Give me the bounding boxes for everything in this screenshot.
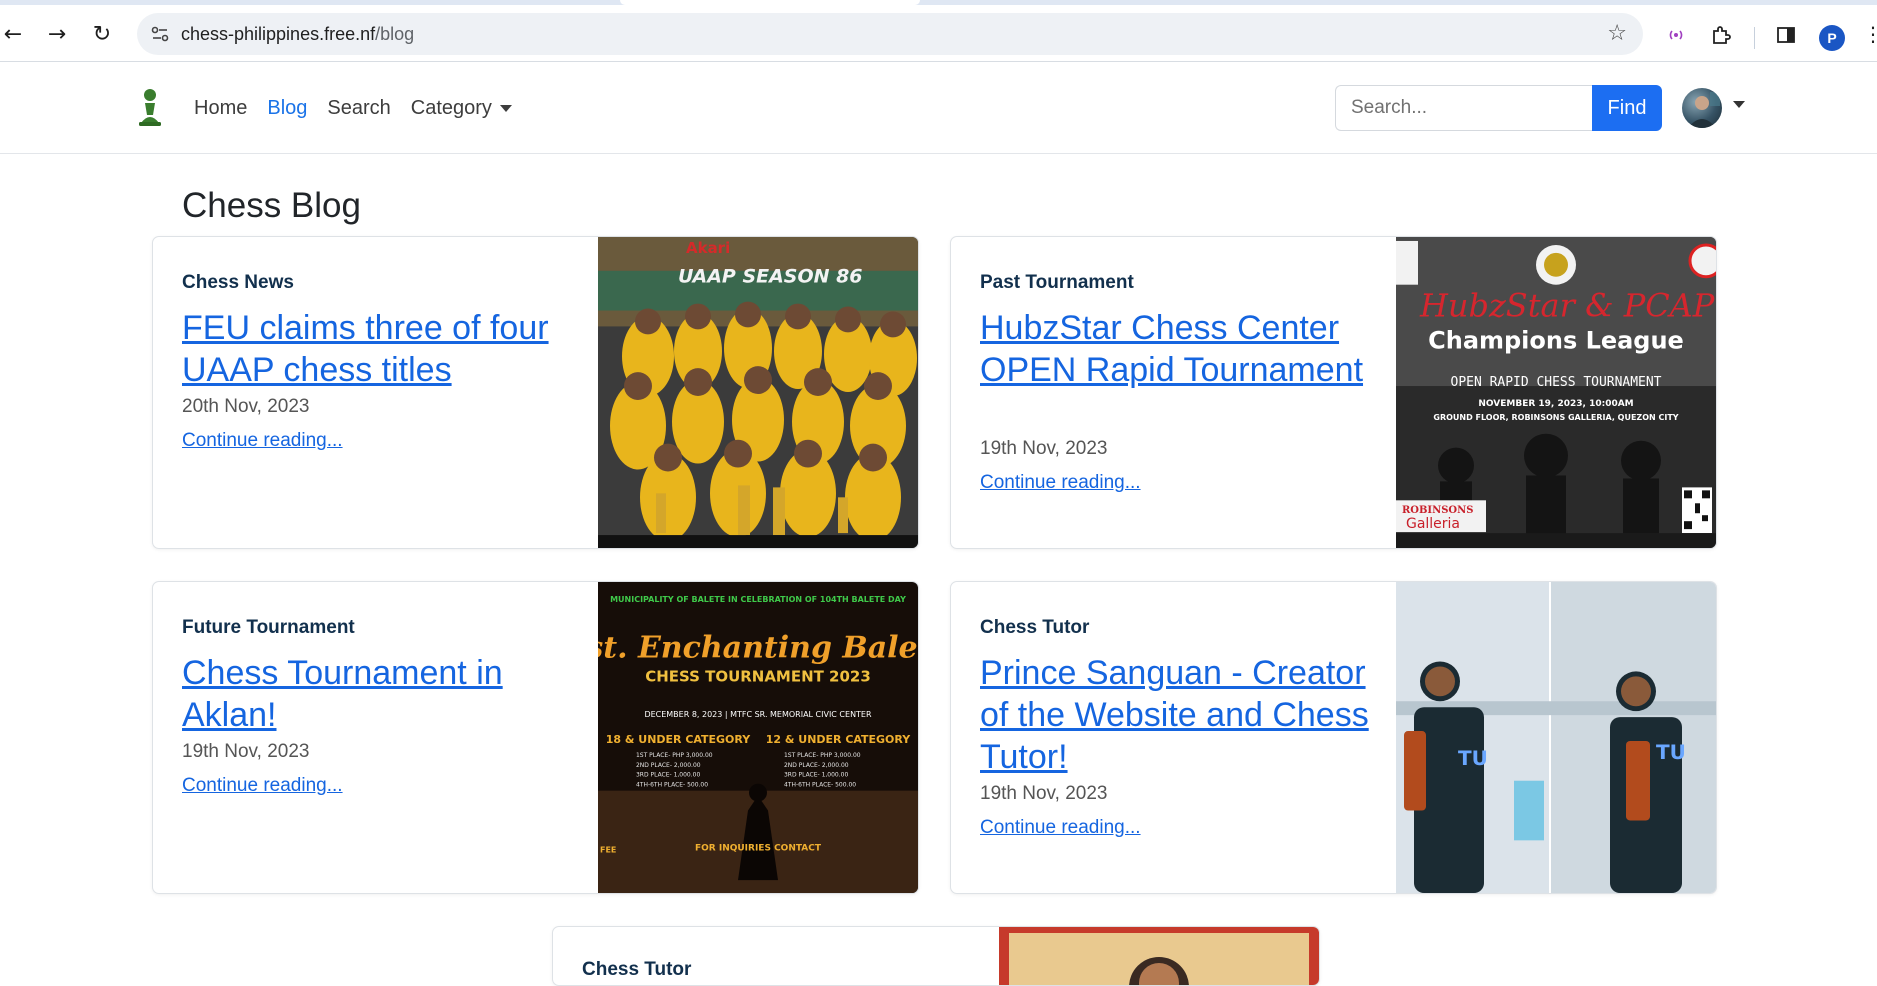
toolbar-divider [1754,27,1755,49]
url-text[interactable]: chess-philippines.free.nf/blog [181,24,414,45]
svg-text:Akari: Akari [686,239,730,257]
site-search-input[interactable] [1335,85,1593,131]
card-meta: 19th Nov, 2023 Continue reading... [980,436,1380,494]
image-caption: 12 & UNDER CATEGORY [766,733,912,746]
card-category: Past Tournament [980,272,1134,293]
image-caption: NOVEMBER 19, 2023, 10:00AM [1478,399,1633,409]
image-caption: HubzStar & PCAP [1419,287,1715,325]
card-title-link[interactable]: Prince Sanguan - Creator of the Website … [980,652,1380,778]
chevron-down-icon [499,105,512,113]
card-date: 19th Nov, 2023 [980,783,1108,804]
user-avatar[interactable] [1682,88,1722,128]
blog-card: Chess Tutor [552,926,1320,986]
browser-toolbar: ← → ↻ chess-philippines.free.nf/blog ☆ P… [0,5,1877,62]
svg-text:3RD PLACE- 1,000.00: 3RD PLACE- 1,000.00 [636,772,700,779]
card-meta: 19th Nov, 2023 Continue reading... [182,739,582,797]
site-search-form: Find [1335,85,1662,131]
svg-text:4TH-6TH PLACE- 500.00: 4TH-6TH PLACE- 500.00 [636,782,708,789]
card-category: Chess News [182,272,294,293]
continue-reading-link[interactable]: Continue reading... [980,472,1141,494]
image-caption: DECEMBER 8, 2023 | MTFC SR. MEMORIAL CIV… [644,710,872,719]
card-title-link[interactable]: FEU claims three of four UAAP chess titl… [182,307,582,391]
image-caption: 1st. Enchanting Balete [598,631,918,666]
blog-card: Chess News FEU claims three of four UAAP… [152,236,919,549]
image-caption: CHESS TOURNAMENT 2023 [645,667,871,685]
nav-search[interactable]: Search [327,97,390,120]
find-button[interactable]: Find [1592,85,1662,131]
svg-text:3RD PLACE- 1,000.00: 3RD PLACE- 1,000.00 [784,772,848,779]
card-image[interactable]: TU TU [1396,582,1716,893]
card-image[interactable]: MUNICIPALITY OF BALETE IN CELEBRATION OF… [598,582,918,893]
forward-arrow-icon[interactable]: → [44,21,70,47]
card-title-link[interactable]: Chess Tournament in Aklan! [182,652,582,736]
svg-text:FEE: FEE [600,845,616,854]
image-caption: OPEN RAPID CHESS TOURNAMENT [1451,375,1662,390]
card-date: 19th Nov, 2023 [182,741,310,762]
card-category: Future Tournament [182,617,355,638]
extensions-puzzle-icon[interactable] [1709,23,1733,47]
kebab-menu-icon[interactable]: ⋮ [1860,21,1877,47]
svg-text:1ST PLACE- PHP 3,000.00: 1ST PLACE- PHP 3,000.00 [636,752,713,759]
card-image[interactable]: HubzStar & PCAP Champions League OPEN RA… [1396,237,1716,548]
card-category: Chess Tutor [980,617,1090,638]
continue-reading-link[interactable]: Continue reading... [980,817,1141,839]
bookmark-star-icon[interactable]: ☆ [1607,21,1627,46]
card-image[interactable]: UAAP SEASON 86 Akari [598,237,918,548]
side-panel-icon[interactable] [1774,23,1798,47]
page-title: Chess Blog [182,186,361,225]
card-category: Chess Tutor [582,959,692,980]
card-image[interactable] [999,927,1319,986]
image-caption: FOR INQUIRIES CONTACT [695,843,822,853]
blog-card: Future Tournament Chess Tournament in Ak… [152,581,919,894]
card-meta: 19th Nov, 2023 Continue reading... [980,781,1380,839]
nav-home[interactable]: Home [194,97,247,120]
card-date: 20th Nov, 2023 [182,396,310,417]
image-caption: UAAP SEASON 86 [678,266,863,288]
url-path: /blog [375,24,415,44]
url-host: chess-philippines.free.nf [181,24,376,44]
nav-links: Home Blog Search Category [194,97,512,120]
card-date: 19th Nov, 2023 [980,438,1108,459]
reload-icon[interactable]: ↻ [89,21,115,47]
site-info-icon[interactable] [149,23,171,45]
image-caption: TU [1458,747,1488,770]
svg-text:TU: TU [1656,741,1686,764]
image-caption: Champions League [1428,326,1684,354]
profile-icon[interactable]: P [1819,25,1845,51]
svg-text:4TH-6TH PLACE- 500.00: 4TH-6TH PLACE- 500.00 [784,782,856,789]
chess-pawn-logo-icon[interactable] [136,87,164,127]
svg-text:2ND PLACE- 2,000.00: 2ND PLACE- 2,000.00 [784,762,849,769]
svg-text:Galleria: Galleria [1406,516,1460,532]
svg-text:ROBINSONS: ROBINSONS [1402,505,1473,516]
card-title-link[interactable]: HubzStar Chess Center OPEN Rapid Tournam… [980,307,1380,391]
blog-card: Chess Tutor Prince Sanguan - Creator of … [950,581,1717,894]
image-caption: MUNICIPALITY OF BALETE IN CELEBRATION OF… [610,595,906,604]
continue-reading-link[interactable]: Continue reading... [182,775,343,797]
image-caption: GROUND FLOOR, ROBINSONS GALLERIA, QUEZON… [1433,413,1678,422]
nav-blog[interactable]: Blog [267,97,307,120]
blog-card: Past Tournament HubzStar Chess Center OP… [950,236,1717,549]
card-meta: 20th Nov, 2023 Continue reading... [182,394,582,452]
image-caption: 18 & UNDER CATEGORY [606,733,752,746]
back-arrow-icon[interactable]: ← [0,21,26,47]
broadcast-icon[interactable] [1664,23,1688,47]
site-navbar: Home Blog Search Category Find [0,63,1877,154]
nav-category-label: Category [410,97,492,119]
svg-text:2ND PLACE- 2,000.00: 2ND PLACE- 2,000.00 [636,762,701,769]
address-bar[interactable]: chess-philippines.free.nf/blog ☆ [137,13,1643,55]
continue-reading-link[interactable]: Continue reading... [182,430,343,452]
user-menu-caret-icon[interactable] [1733,101,1745,108]
nav-category-dropdown[interactable]: Category [411,97,512,120]
svg-text:1ST PLACE- PHP 3,000.00: 1ST PLACE- PHP 3,000.00 [784,752,861,759]
